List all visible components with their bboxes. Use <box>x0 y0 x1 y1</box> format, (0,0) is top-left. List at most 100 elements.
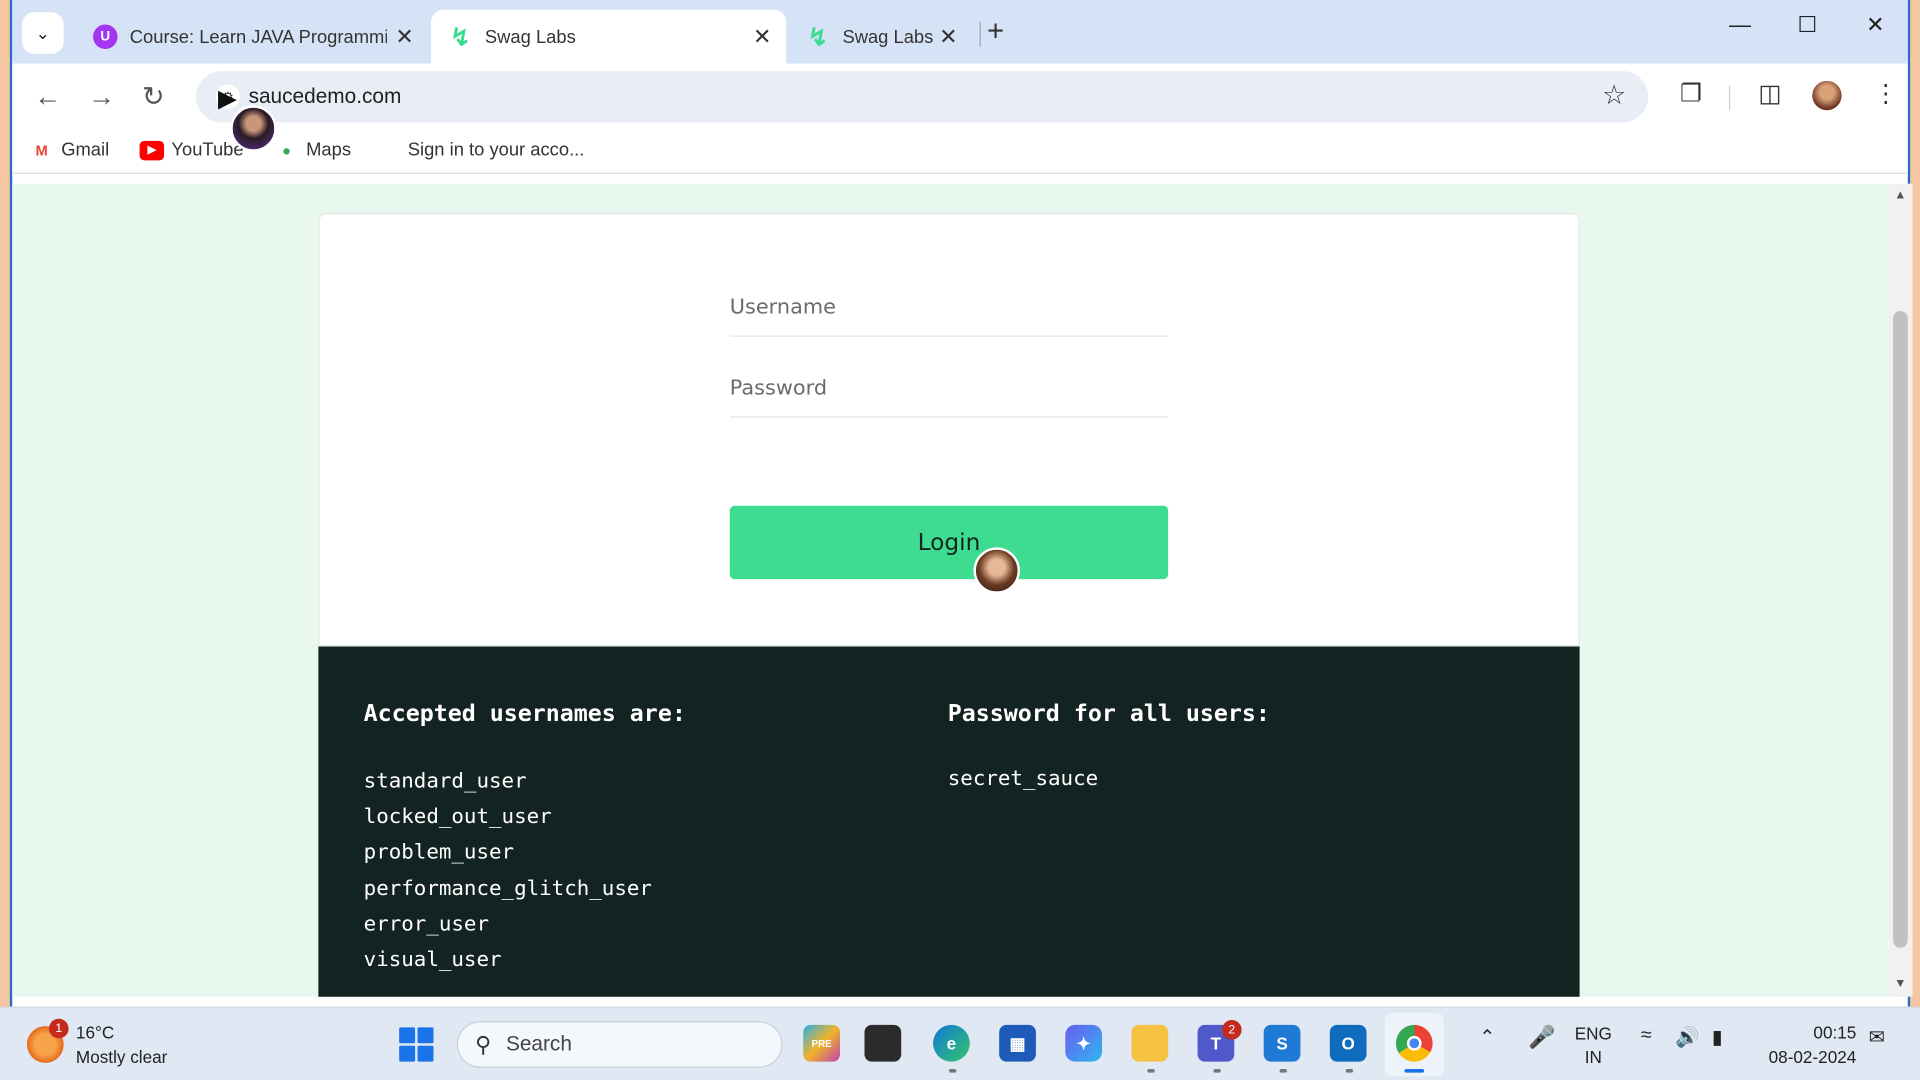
region-code: IN <box>1584 1046 1602 1067</box>
s-app-icon[interactable]: S <box>1263 1024 1301 1062</box>
scroll-up-icon[interactable]: ▲ <box>1894 189 1906 202</box>
tab-udemy-course[interactable]: U Course: Learn JAVA Programmin ✕ <box>76 10 429 64</box>
bookmark-label: Maps <box>306 139 352 161</box>
teams-badge: 2 <box>1222 1020 1242 1040</box>
password-heading: Password for all users: <box>947 700 1270 728</box>
page-viewport: Username Password Login Accepted usernam… <box>12 183 1889 997</box>
notifications-icon[interactable]: ✉ <box>1869 1025 1885 1049</box>
bookmarks-bar: M Gmail ▶ YouTube ● Maps Sign in to your… <box>12 129 1908 174</box>
outlook-icon[interactable]: O <box>1329 1024 1367 1062</box>
task-view-icon[interactable] <box>864 1024 902 1062</box>
webcam-avatar <box>973 547 1021 594</box>
username-item: problem_user <box>363 840 515 865</box>
scroll-thumb[interactable] <box>1893 311 1908 948</box>
youtube-icon: ▶ <box>139 140 165 160</box>
new-tab-icon[interactable]: + <box>987 15 1004 49</box>
copilot-icon[interactable]: PRE <box>803 1024 841 1062</box>
volume-icon[interactable]: 🔊 <box>1675 1025 1699 1049</box>
search-icon: ⚲ <box>475 1031 492 1057</box>
file-explorer-icon[interactable] <box>1131 1024 1169 1062</box>
search-label: Search <box>505 1032 572 1056</box>
swag-labs-icon: ↯ <box>807 23 829 51</box>
chrome-icon[interactable] <box>1395 1024 1433 1062</box>
bookmark-youtube[interactable]: ▶ YouTube <box>139 139 244 161</box>
lang-code: ENG <box>1574 1023 1612 1044</box>
running-indicator <box>1147 1068 1155 1073</box>
url-text[interactable]: saucedemo.com <box>249 84 402 108</box>
username-item: error_user <box>363 912 490 937</box>
tab-swag-labs-active[interactable]: ↯ Swag Labs ✕ <box>431 9 787 64</box>
maps-icon: ● <box>282 141 291 159</box>
browser-window: ⌄ U Course: Learn JAVA Programmin ✕ ↯ Sw… <box>9 0 1913 1007</box>
bookmark-maps[interactable]: ● Maps <box>274 140 351 161</box>
close-tab-icon[interactable]: ✕ <box>753 24 771 50</box>
microphone-icon[interactable]: 🎤 <box>1528 1025 1555 1051</box>
bookmark-star-icon[interactable]: ☆ <box>1602 80 1626 112</box>
mouse-cursor-icon: ▶ <box>217 85 237 113</box>
password-value: secret_sauce <box>947 766 1099 792</box>
gmail-icon: M <box>35 141 48 159</box>
login-card: Username Password Login <box>318 213 1580 647</box>
copilot-app-icon[interactable]: ✦ <box>1065 1024 1103 1062</box>
bookmark-label: Gmail <box>61 139 110 161</box>
forward-icon[interactable]: → <box>88 81 115 113</box>
date: 08-02-2024 <box>1768 1046 1857 1067</box>
profile-avatar[interactable] <box>1812 80 1842 111</box>
udemy-icon: U <box>93 24 118 49</box>
wifi-icon[interactable]: ≈ <box>1641 1025 1652 1047</box>
windows-taskbar: 1 16°C Mostly clear ⚲ Search PRE e ▦ ✦ T… <box>0 1006 1920 1080</box>
language-indicator[interactable]: ENG IN <box>1575 1022 1612 1069</box>
login-button[interactable]: Login <box>729 505 1169 580</box>
close-tab-icon[interactable]: ✕ <box>939 24 957 50</box>
password-input[interactable]: Password <box>729 364 1169 418</box>
address-bar[interactable]: ⚙ saucedemo.com ☆ <box>195 71 1649 123</box>
taskbar-search[interactable]: ⚲ Search <box>456 1021 783 1068</box>
edge-icon[interactable]: e <box>933 1024 970 1062</box>
menu-kebab-icon[interactable]: ⋮ <box>1873 78 1897 109</box>
username-item: locked_out_user <box>363 804 552 829</box>
desktop: ⌄ U Course: Learn JAVA Programmin ✕ ↯ Sw… <box>0 0 1920 1080</box>
clock[interactable]: 00:15 08-02-2024 <box>1751 1020 1857 1069</box>
browser-toolbar: ← → ↻ ⚙ saucedemo.com ☆ ❐ ◫ ⋮ <box>12 63 1908 130</box>
reload-icon[interactable]: ↻ <box>142 81 165 113</box>
username-item: standard_user <box>363 768 527 794</box>
running-indicator <box>1279 1068 1287 1073</box>
close-window-icon[interactable]: ✕ <box>1866 12 1884 38</box>
bookmark-microsoft-signin[interactable]: Sign in to your acco... <box>380 140 585 161</box>
minimize-icon[interactable]: — <box>1729 12 1751 38</box>
active-indicator <box>1404 1068 1425 1073</box>
time: 00:15 <box>1813 1022 1857 1043</box>
running-indicator <box>1345 1068 1354 1073</box>
credentials-panel: Accepted usernames are: standard_user lo… <box>318 646 1580 997</box>
username-input[interactable]: Username <box>729 283 1169 337</box>
maximize-icon[interactable]: ☐ <box>1798 12 1818 38</box>
extensions-icon[interactable]: ❐ <box>1680 78 1702 109</box>
weather-sun-icon: 1 <box>26 1018 69 1063</box>
store-icon[interactable]: ▦ <box>999 1024 1036 1062</box>
bookmark-label: YouTube <box>171 139 244 161</box>
scroll-down-icon[interactable]: ▼ <box>1894 977 1906 990</box>
battery-icon[interactable]: ▮ <box>1712 1025 1723 1049</box>
chevron-up-icon[interactable]: ⌃ <box>1479 1025 1495 1049</box>
page-scrollbar[interactable]: ▲ ▼ <box>1888 183 1913 997</box>
usernames-heading: Accepted usernames are: <box>363 700 686 728</box>
chevron-down-icon: ⌄ <box>35 22 51 43</box>
tab-strip: ⌄ U Course: Learn JAVA Programmin ✕ ↯ Sw… <box>12 0 1908 64</box>
weather-widget[interactable]: 1 16°C Mostly clear <box>26 1018 168 1069</box>
back-icon[interactable]: ← <box>34 81 61 113</box>
toolbar-divider <box>1728 85 1731 111</box>
close-tab-icon[interactable]: ✕ <box>395 24 413 50</box>
microsoft-icon <box>380 140 401 161</box>
running-indicator <box>948 1068 957 1073</box>
tab-swag-labs[interactable]: ↯ Swag Labs ✕ <box>789 10 973 64</box>
tab-title: Swag Labs <box>842 26 934 48</box>
swag-labs-icon: ↯ <box>450 23 471 51</box>
webcam-avatar <box>230 105 277 152</box>
windows-start-icon[interactable] <box>399 1027 434 1062</box>
tab-separator <box>979 22 981 47</box>
side-panel-icon[interactable]: ◫ <box>1758 78 1781 109</box>
notification-badge: 1 <box>48 1018 69 1039</box>
bookmark-gmail[interactable]: M Gmail <box>29 139 110 161</box>
tab-search-button[interactable]: ⌄ <box>22 12 64 54</box>
weather-desc: Mostly clear <box>75 1046 168 1067</box>
